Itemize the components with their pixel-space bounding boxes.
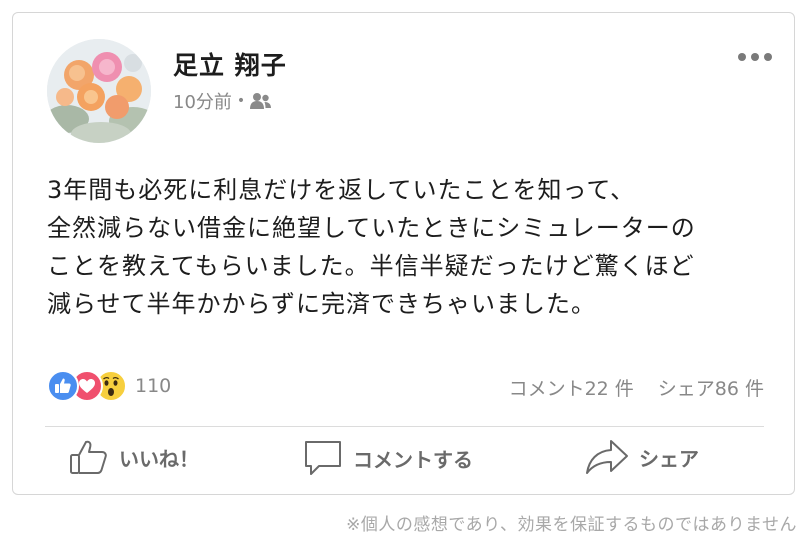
reaction-summary[interactable]: 110 [47, 370, 171, 402]
like-icon [47, 370, 79, 402]
author-name[interactable]: 足立 翔子 [173, 46, 287, 82]
like-button-label: いいね！ [119, 446, 199, 471]
more-dots-icon [738, 53, 746, 61]
disclaimer-text: ※個人の感想であり、効果を保証するものではありません [346, 515, 797, 535]
share-button[interactable]: シェア [585, 438, 699, 476]
thumbs-up-icon [70, 440, 107, 474]
action-bar: いいね！ コメントする シェア [13, 438, 794, 486]
share-arrow-icon [586, 440, 628, 474]
post-card: 足立 翔子 10分前 • 3年間も必死に利息だけを返していたことを知って、 全然… [12, 12, 795, 495]
friends-icon[interactable] [250, 92, 272, 110]
post-body-line: 全然減らない借金に絶望していたときにシミュレーターの [47, 214, 696, 242]
post-body: 3年間も必死に利息だけを返していたことを知って、 全然減らない借金に絶望していた… [47, 171, 767, 323]
avatar[interactable] [47, 39, 151, 143]
engagement-counts: コメント22 件 シェア86 件 [509, 374, 764, 401]
avatar-flowers-image [47, 39, 151, 143]
comment-count[interactable]: コメント22 件 [509, 374, 634, 401]
comment-bubble-icon [305, 441, 341, 475]
share-button-label: シェア [639, 446, 699, 471]
post-body-line: 3年間も必死に利息だけを返していたことを知って、 [47, 176, 636, 204]
more-options-button[interactable] [738, 53, 772, 61]
comment-button-label: コメントする [353, 447, 473, 472]
divider [45, 426, 764, 427]
post-timestamp[interactable]: 10分前 [173, 88, 232, 114]
post-meta: 10分前 • [173, 88, 272, 114]
reaction-count: 110 [135, 375, 172, 397]
post-body-line: ことを教えてもらいました。半信半疑だったけど驚くほど [47, 252, 695, 280]
meta-separator: • [236, 93, 246, 109]
share-count[interactable]: シェア86 件 [658, 374, 764, 401]
comment-button[interactable]: コメントする [303, 438, 473, 478]
post-body-line: 減らせて半年かからずに完済できちゃいました。 [47, 290, 597, 318]
like-button[interactable]: いいね！ [69, 438, 199, 476]
